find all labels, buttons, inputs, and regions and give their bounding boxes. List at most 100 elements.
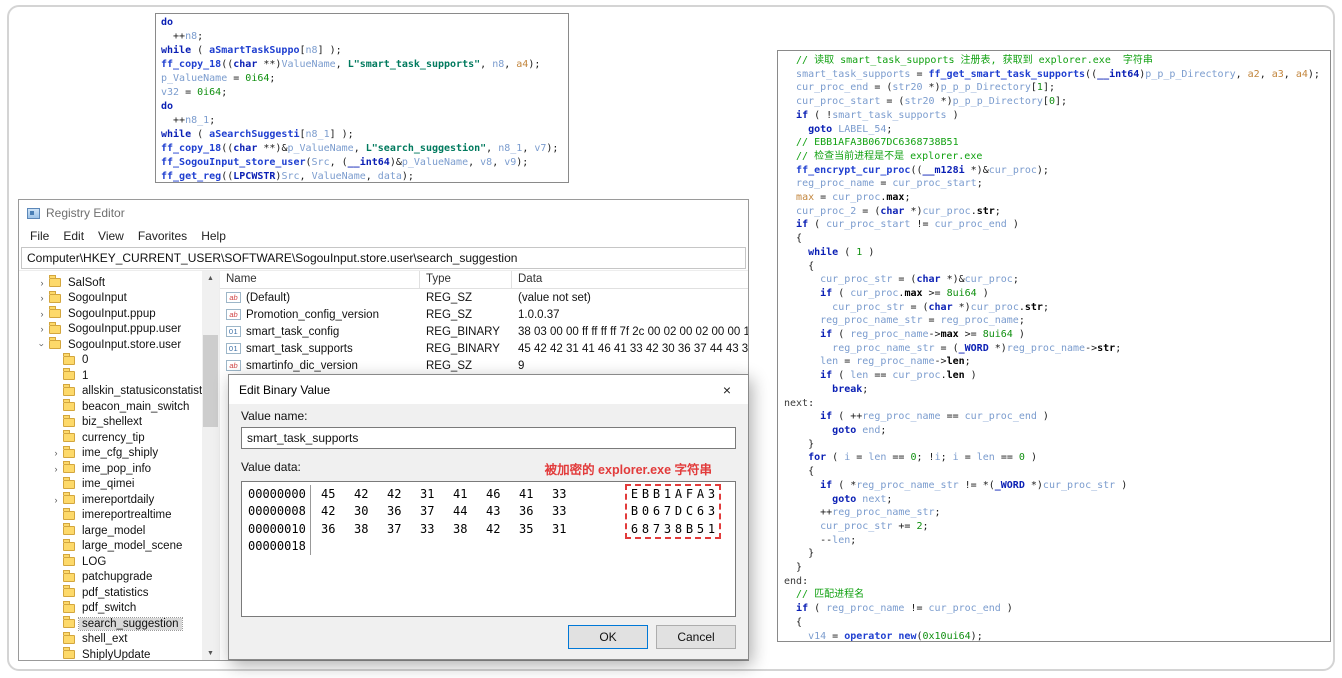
hex-byte[interactable]: 36	[321, 522, 354, 536]
column-header-data[interactable]: Data	[512, 271, 748, 288]
chevron-right-icon[interactable]: ›	[51, 495, 61, 505]
ascii-char[interactable]: A	[673, 487, 684, 501]
hex-byte[interactable]: 36	[519, 504, 552, 518]
ascii-char[interactable]: 5	[695, 522, 706, 536]
scroll-up-icon[interactable]: ▲	[207, 271, 214, 285]
hex-byte[interactable]: 42	[486, 522, 519, 536]
ascii-char[interactable]: 8	[673, 522, 684, 536]
hex-byte[interactable]: 44	[453, 504, 486, 518]
tree-item-search_suggestion[interactable]: search_suggestion	[19, 616, 202, 632]
value-name-input[interactable]	[241, 427, 736, 449]
column-header-type[interactable]: Type	[420, 271, 512, 288]
dialog-title-bar[interactable]: Edit Binary Value ×	[229, 375, 748, 404]
menu-favorites[interactable]: Favorites	[131, 227, 194, 245]
cancel-button[interactable]: Cancel	[656, 625, 736, 649]
ascii-char[interactable]: 6	[651, 504, 662, 518]
ascii-char[interactable]: 1	[662, 487, 673, 501]
hex-byte[interactable]: 33	[552, 504, 585, 518]
tree-item-SogouInput.store.user[interactable]: › SogouInput.store.user	[19, 337, 202, 353]
menu-help[interactable]: Help	[194, 227, 233, 245]
tree-item-SogouInput.ppup.user[interactable]: › SogouInput.ppup.user	[19, 321, 202, 338]
ascii-char[interactable]: 3	[706, 487, 717, 501]
hex-byte[interactable]: 41	[519, 487, 552, 501]
chevron-right-icon[interactable]: ›	[37, 309, 47, 319]
ascii-char[interactable]: B	[684, 522, 695, 536]
tree-item-1[interactable]: 1	[19, 368, 202, 384]
registry-title-bar[interactable]: Registry Editor	[19, 200, 748, 226]
hex-byte[interactable]: 35	[519, 522, 552, 536]
ascii-char[interactable]: A	[695, 487, 706, 501]
address-input[interactable]	[21, 247, 746, 269]
hex-byte[interactable]: 43	[486, 504, 519, 518]
tree-item-large_model_scene[interactable]: large_model_scene	[19, 538, 202, 555]
ascii-char[interactable]: C	[684, 504, 695, 518]
tree-item-ShiplyUpdate[interactable]: ShiplyUpdate	[19, 647, 202, 660]
chevron-right-icon[interactable]: ›	[51, 464, 61, 474]
hex-byte[interactable]: 31	[552, 522, 585, 536]
hex-editor[interactable]: 00000000 45 42 42 31 41 46 41 33 E B B 1 A F A 3 00000008…	[241, 481, 736, 617]
value-row[interactable]: 01 smart_task_config REG_BINARY 38 03 00 00…	[220, 323, 748, 340]
hex-byte[interactable]: 37	[387, 522, 420, 536]
hex-byte[interactable]: 41	[453, 487, 486, 501]
ascii-char[interactable]: B	[629, 504, 640, 518]
tree-scrollbar[interactable]: ▲ ▼	[202, 271, 219, 660]
ok-button[interactable]: OK	[568, 625, 648, 649]
chevron-right-icon[interactable]: ›	[37, 293, 47, 303]
hex-byte[interactable]: 42	[354, 487, 387, 501]
ascii-char[interactable]: 1	[706, 522, 717, 536]
hex-byte[interactable]: 46	[486, 487, 519, 501]
ascii-char[interactable]: F	[684, 487, 695, 501]
tree-item-pdf_switch[interactable]: pdf_switch	[19, 600, 202, 617]
ascii-char[interactable]: 0	[640, 504, 651, 518]
ascii-char[interactable]: B	[640, 487, 651, 501]
hex-byte[interactable]: 45	[321, 487, 354, 501]
hex-byte[interactable]: 38	[453, 522, 486, 536]
tree-item-pdf_statistics[interactable]: pdf_statistics	[19, 585, 202, 601]
ascii-char[interactable]: 7	[662, 504, 673, 518]
tree-item-ime_pop_info[interactable]: › ime_pop_info	[19, 461, 202, 477]
tree-item-imereportdaily[interactable]: › imereportdaily	[19, 492, 202, 508]
menu-view[interactable]: View	[91, 227, 131, 245]
close-icon[interactable]: ×	[706, 375, 748, 404]
tree-item-ime_qimei[interactable]: ime_qimei	[19, 476, 202, 493]
tree-item-ime_cfg_shiply[interactable]: › ime_cfg_shiply	[19, 445, 202, 462]
chevron-right-icon[interactable]: ›	[51, 448, 61, 458]
scrollbar-thumb[interactable]	[203, 335, 218, 427]
ascii-char[interactable]: 6	[695, 504, 706, 518]
hex-byte[interactable]: 33	[420, 522, 453, 536]
tree-item-biz_shellext[interactable]: biz_shellext	[19, 414, 202, 431]
chevron-down-icon[interactable]: ›	[37, 340, 47, 350]
tree-item-beacon_main_switch[interactable]: beacon_main_switch	[19, 399, 202, 415]
tree-item-currency_tip[interactable]: currency_tip	[19, 430, 202, 446]
tree-item-allskin_statusiconstatistics[interactable]: allskin_statusiconstatistics	[19, 383, 202, 400]
tree-item-large_model[interactable]: large_model	[19, 523, 202, 539]
value-row[interactable]: 01 smart_task_supports REG_BINARY 45 42 42 …	[220, 340, 748, 357]
tree-item-imereportrealtime[interactable]: imereportrealtime	[19, 507, 202, 524]
tree-item-SogouInput.ppup[interactable]: › SogouInput.ppup	[19, 306, 202, 322]
menu-file[interactable]: File	[23, 227, 56, 245]
tree-item-LOG[interactable]: LOG	[19, 554, 202, 570]
hex-byte[interactable]: 33	[552, 487, 585, 501]
hex-byte[interactable]: 31	[420, 487, 453, 501]
value-row[interactable]: ab smartinfo_dic_version REG_SZ 9	[220, 357, 748, 374]
chevron-right-icon[interactable]: ›	[37, 278, 47, 288]
tree-item-SogouInput[interactable]: › SogouInput	[19, 290, 202, 307]
scroll-down-icon[interactable]: ▼	[207, 646, 214, 660]
column-header-name[interactable]: Name	[220, 271, 420, 288]
ascii-char[interactable]: 8	[640, 522, 651, 536]
tree-item-SalSoft[interactable]: › SalSoft	[19, 275, 202, 291]
ascii-char[interactable]: 3	[662, 522, 673, 536]
hex-byte[interactable]: 30	[354, 504, 387, 518]
menu-edit[interactable]: Edit	[56, 227, 91, 245]
ascii-char[interactable]: 7	[651, 522, 662, 536]
hex-byte[interactable]: 37	[420, 504, 453, 518]
value-row[interactable]: ab (Default) REG_SZ (value not set)	[220, 289, 748, 306]
ascii-char[interactable]: 3	[706, 504, 717, 518]
hex-byte[interactable]: 36	[387, 504, 420, 518]
tree-item-0[interactable]: 0	[19, 352, 202, 369]
value-row[interactable]: ab Promotion_config_version REG_SZ 1.0.0.37	[220, 306, 748, 323]
chevron-right-icon[interactable]: ›	[37, 324, 47, 334]
ascii-char[interactable]: B	[651, 487, 662, 501]
ascii-char[interactable]: 6	[629, 522, 640, 536]
hex-byte[interactable]: 38	[354, 522, 387, 536]
